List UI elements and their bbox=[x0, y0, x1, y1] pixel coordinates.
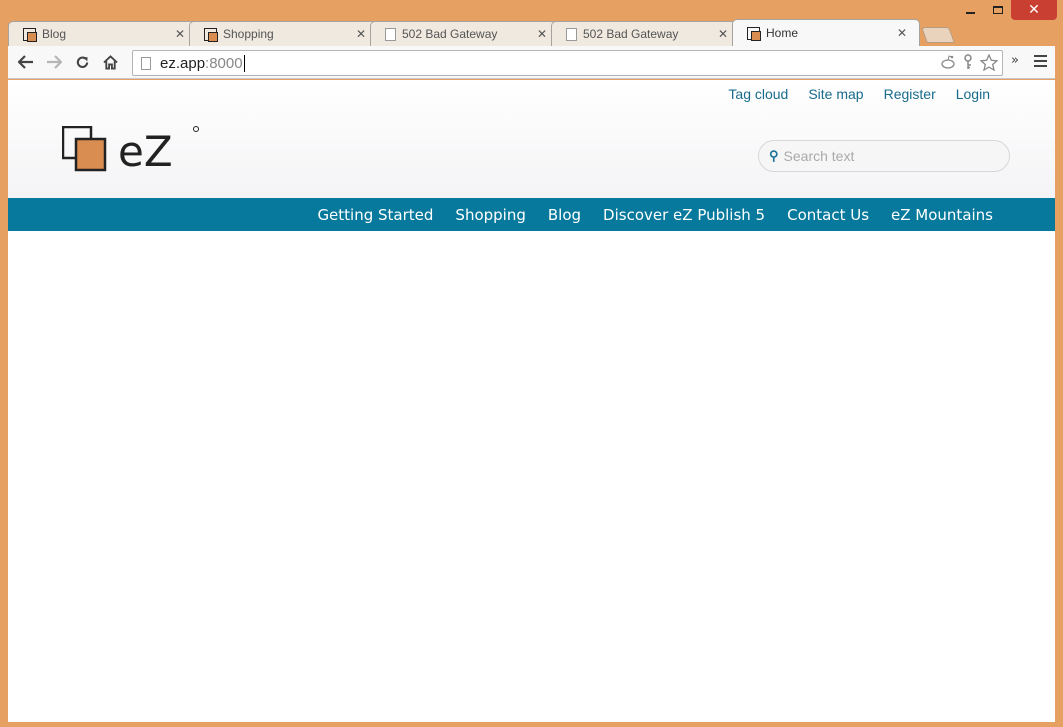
register-link[interactable]: Register bbox=[884, 86, 936, 102]
ez-favicon-icon bbox=[204, 27, 217, 41]
nav-blog[interactable]: Blog bbox=[548, 206, 581, 224]
search-input[interactable]: ⚲ Search text bbox=[758, 140, 1010, 172]
tab-close-icon[interactable]: ✕ bbox=[173, 27, 187, 41]
tab-close-icon[interactable]: ✕ bbox=[716, 27, 730, 41]
ez-logo-icon: eZ bbox=[61, 125, 199, 176]
tab-blog[interactable]: Blog ✕ bbox=[8, 21, 198, 46]
page-favicon-icon bbox=[385, 27, 396, 41]
minimize-button[interactable] bbox=[957, 0, 984, 20]
page-favicon-icon bbox=[566, 27, 577, 41]
forward-button[interactable] bbox=[40, 48, 68, 76]
page-viewport: Tag cloud Site map Register Login eZ ⚲ S… bbox=[8, 80, 1055, 722]
extensions-overflow-icon[interactable]: » bbox=[1011, 53, 1019, 68]
tab-close-icon[interactable]: ✕ bbox=[354, 27, 368, 41]
browser-toolbar: ez.app:8000 » bbox=[8, 46, 1055, 79]
ez-favicon-icon bbox=[747, 26, 760, 40]
tab-strip: Blog ✕ Shopping ✕ 502 Bad Gateway ✕ 502 … bbox=[8, 19, 1055, 46]
address-bar[interactable]: ez.app:8000 bbox=[132, 50, 1003, 76]
new-tab-button[interactable] bbox=[921, 27, 955, 43]
tab-close-icon[interactable]: ✕ bbox=[895, 26, 909, 40]
reload-icon bbox=[76, 56, 88, 68]
utility-links: Tag cloud Site map Register Login bbox=[728, 86, 990, 102]
close-window-button[interactable]: ✕ bbox=[1011, 0, 1057, 20]
search-icon: ⚲ bbox=[769, 148, 779, 163]
tab-shopping[interactable]: Shopping ✕ bbox=[189, 21, 379, 46]
reload-button[interactable] bbox=[68, 48, 96, 76]
forward-arrow-icon bbox=[47, 55, 62, 69]
home-icon bbox=[102, 54, 118, 70]
tag-cloud-link[interactable]: Tag cloud bbox=[728, 86, 788, 102]
nav-contact-us[interactable]: Contact Us bbox=[787, 206, 869, 224]
nav-discover-ez-publish-5[interactable]: Discover eZ Publish 5 bbox=[603, 206, 765, 224]
nav-ez-mountains[interactable]: eZ Mountains bbox=[891, 206, 993, 224]
ez-favicon-icon bbox=[23, 27, 36, 41]
nav-shopping[interactable]: Shopping bbox=[455, 206, 525, 224]
text-caret bbox=[243, 54, 245, 72]
page-icon bbox=[141, 56, 151, 70]
svg-text:eZ: eZ bbox=[118, 127, 173, 176]
tab-title: Shopping bbox=[223, 27, 274, 41]
key-icon[interactable] bbox=[962, 54, 974, 75]
site-map-link[interactable]: Site map bbox=[808, 86, 863, 102]
back-button[interactable] bbox=[12, 48, 40, 76]
bookmark-star-icon[interactable] bbox=[979, 53, 999, 75]
url-text: ez.app:8000 bbox=[160, 54, 243, 72]
tab-502-bad-gateway-2[interactable]: 502 Bad Gateway ✕ bbox=[551, 21, 741, 46]
reddit-icon[interactable] bbox=[940, 54, 956, 75]
tab-title: Blog bbox=[42, 27, 67, 41]
nav-getting-started[interactable]: Getting Started bbox=[317, 206, 433, 224]
maximize-button[interactable] bbox=[984, 0, 1011, 20]
tab-home[interactable]: Home ✕ bbox=[732, 19, 920, 46]
ez-logo[interactable]: eZ bbox=[61, 125, 212, 176]
site-header: Tag cloud Site map Register Login eZ ⚲ S… bbox=[8, 80, 1055, 198]
omnibox-icons bbox=[940, 53, 999, 75]
tab-502-bad-gateway-1[interactable]: 502 Bad Gateway ✕ bbox=[370, 21, 560, 46]
login-link[interactable]: Login bbox=[956, 86, 990, 102]
search-placeholder: Search text bbox=[783, 148, 855, 164]
home-button[interactable] bbox=[96, 48, 124, 76]
minimize-icon bbox=[966, 12, 975, 14]
tab-title: 502 Bad Gateway bbox=[402, 27, 498, 41]
tab-title: Home bbox=[766, 26, 799, 40]
browser-menu-button[interactable] bbox=[1034, 55, 1047, 70]
back-arrow-icon bbox=[18, 55, 33, 69]
main-navigation: Getting Started Shopping Blog Discover e… bbox=[8, 198, 1055, 231]
maximize-icon bbox=[992, 6, 1003, 14]
tab-close-icon[interactable]: ✕ bbox=[535, 27, 549, 41]
tab-title: 502 Bad Gateway bbox=[583, 27, 679, 41]
